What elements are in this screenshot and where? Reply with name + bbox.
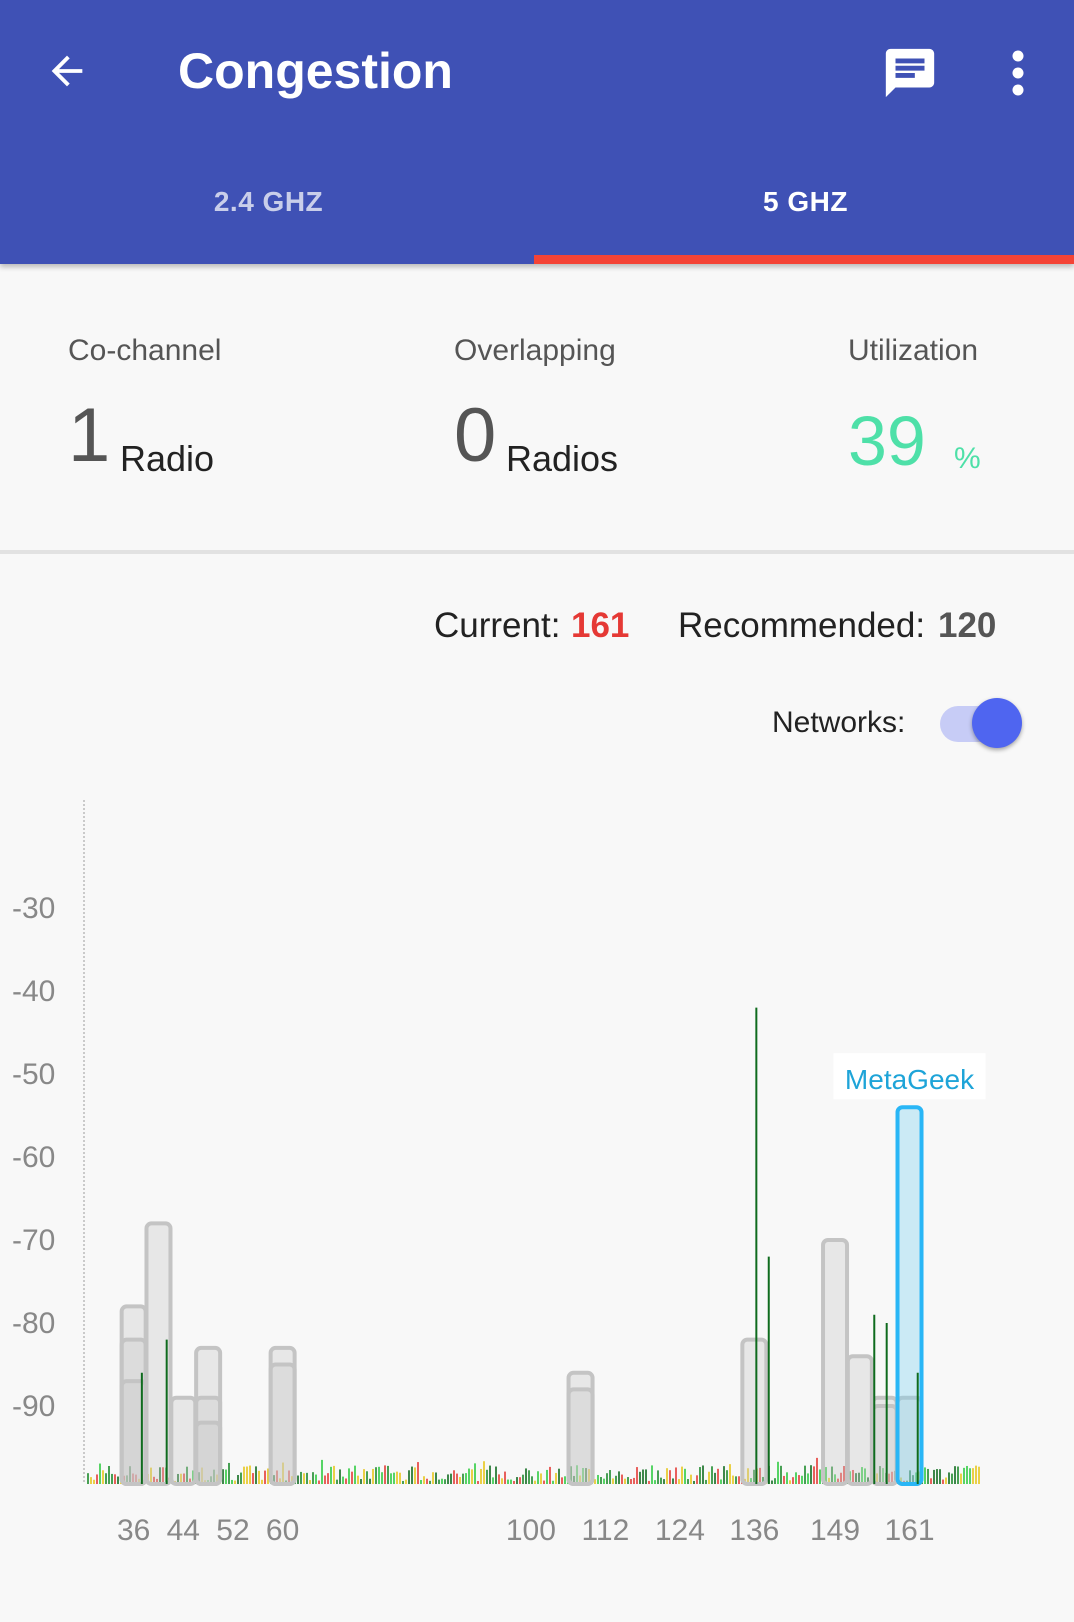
more-vertical-icon [1012, 50, 1024, 96]
network-bar [169, 1395, 198, 1487]
cochannel-label: Co-channel [68, 334, 222, 367]
x-tick-label: 124 [655, 1514, 705, 1547]
x-tick-label: 100 [506, 1514, 556, 1547]
network-bar [566, 1387, 595, 1487]
x-tick-label: 149 [810, 1514, 860, 1547]
x-tick-label: 161 [884, 1514, 934, 1547]
x-tick-label: 112 [581, 1514, 629, 1547]
cochannel-value: 1 [68, 393, 111, 478]
page-title: Congestion [178, 43, 453, 99]
y-tick-label: -30 [12, 892, 55, 925]
spectrum-chart: -30 -40 -50 -60 -70 -80 -90 36 44 52 60 100 112 124 13… [12, 800, 986, 1547]
overflow-menu-button[interactable] [988, 38, 1048, 108]
network-bar [870, 1404, 899, 1487]
x-tick-label: 60 [266, 1514, 299, 1547]
y-tick-label: -60 [12, 1141, 55, 1174]
networks-toggle[interactable] [940, 696, 1024, 752]
tab-label: 5 GHZ [763, 186, 848, 217]
x-tick-label: 44 [167, 1514, 200, 1547]
utilization-label: Utilization [848, 334, 979, 367]
x-tick-label: 52 [216, 1514, 249, 1547]
network-label: MetaGeek [845, 1064, 975, 1095]
recommended-channel-value: 120 [938, 606, 997, 645]
current-channel-label: Current: [434, 606, 561, 645]
networks-toggle-label: Networks: [772, 706, 906, 739]
overlapping-value: 0 [454, 393, 497, 478]
overlapping-label: Overlapping [454, 334, 616, 367]
y-tick-label: -90 [12, 1390, 55, 1423]
utilization-unit: % [954, 442, 981, 475]
network-bar [194, 1420, 223, 1487]
feedback-button[interactable] [875, 38, 945, 108]
current-channel-value: 161 [571, 606, 630, 645]
tab-2-4-ghz[interactable]: 2.4 GHZ [0, 168, 537, 264]
network-bar [740, 1337, 769, 1487]
back-button[interactable] [30, 34, 104, 108]
x-tick-label: 36 [117, 1514, 150, 1547]
cochannel-unit: Radio [120, 438, 215, 479]
divider [0, 550, 1074, 554]
y-tick-label: -70 [12, 1224, 55, 1257]
utilization-value: 39 [848, 402, 926, 480]
arrow-left-icon [51, 55, 83, 87]
network-bar [821, 1238, 850, 1487]
tab-label: 2.4 GHZ [213, 186, 324, 217]
network-bar [268, 1362, 297, 1487]
network-bar [845, 1354, 874, 1487]
y-tick-label: -40 [12, 975, 55, 1008]
app-bar: Congestion 2.4 GHZ 5 GHZ [0, 0, 1074, 264]
overlapping-unit: Radios [506, 438, 619, 479]
y-tick-label: -50 [12, 1058, 55, 1091]
recommended-channel-label: Recommended: [678, 606, 926, 645]
tab-5-ghz[interactable]: 5 GHZ [537, 168, 1074, 264]
chat-message-icon [885, 48, 935, 98]
toggle-thumb [972, 698, 1022, 748]
x-tick-label: 136 [729, 1514, 779, 1547]
y-tick-label: -80 [12, 1307, 55, 1340]
tab-indicator [534, 255, 1074, 264]
